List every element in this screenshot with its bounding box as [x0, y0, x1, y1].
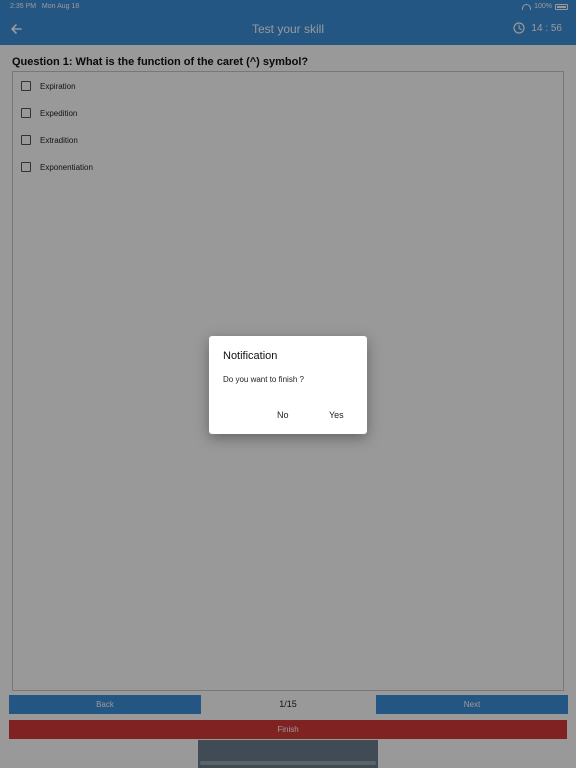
dialog-title: Notification [223, 350, 278, 362]
yes-button[interactable]: Yes [329, 410, 344, 420]
dialog-message: Do you want to finish ? [223, 375, 304, 384]
notification-dialog: Notification Do you want to finish ? No … [209, 336, 367, 434]
no-button[interactable]: No [277, 410, 289, 420]
